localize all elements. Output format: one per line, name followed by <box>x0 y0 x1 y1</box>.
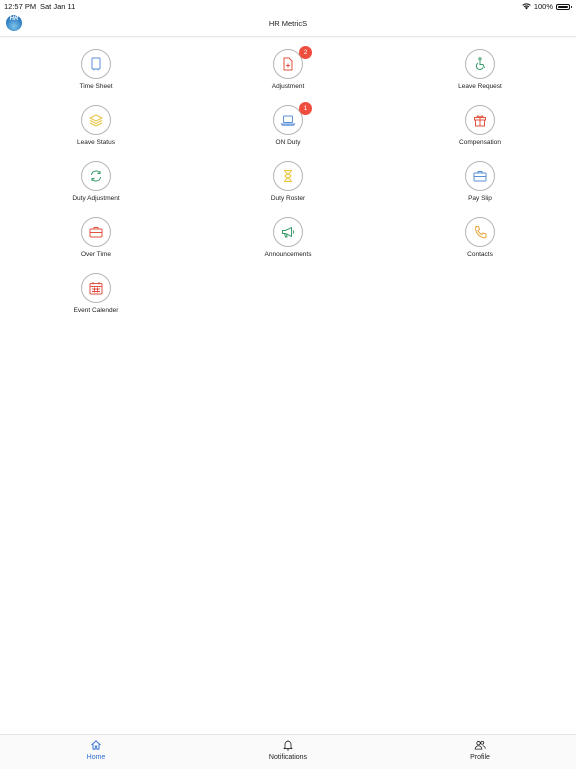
briefcase-icon <box>89 227 103 238</box>
battery-percent: 100% <box>533 2 553 11</box>
tile-pay-slip[interactable]: Pay Slip <box>420 148 540 204</box>
tab-profile[interactable]: Profile <box>420 735 540 769</box>
tile-announcements[interactable]: Announcements <box>228 204 348 260</box>
refresh-icon <box>91 170 101 182</box>
tile-over-time[interactable]: Over Time <box>36 204 156 260</box>
status-bar: 12:57 PM Sat Jan 11 100% <box>0 0 576 12</box>
hourglass-icon <box>284 170 292 182</box>
tile-compensation[interactable]: Compensation <box>420 92 540 148</box>
tab-label: Notifications <box>268 754 308 761</box>
tile-circle <box>465 49 495 79</box>
megaphone-icon <box>282 226 295 238</box>
document-plus-icon <box>283 57 293 71</box>
page-title: HR MetricS <box>268 19 308 28</box>
tile-label: Time Sheet <box>79 83 113 90</box>
tile-circle <box>81 161 111 191</box>
tile-circle <box>465 105 495 135</box>
tile-circle <box>81 217 111 247</box>
tile-event-calender[interactable]: Event Calender <box>36 260 156 316</box>
gift-icon <box>474 115 486 127</box>
tile-leave-request[interactable]: Leave Request <box>420 36 540 92</box>
layers-icon <box>88 114 104 127</box>
tab-label: Profile <box>470 754 490 761</box>
users-icon <box>474 740 486 750</box>
tile-circle <box>465 161 495 191</box>
status-date: Sat Jan 11 <box>40 2 76 11</box>
tile-duty-roster[interactable]: Duty Roster <box>228 148 348 204</box>
status-time: 12:57 PM <box>4 2 37 11</box>
tile-label: Over Time <box>81 251 111 258</box>
tile-on-duty[interactable]: 1 ON Duty <box>228 92 348 148</box>
wheelchair-icon <box>475 57 485 70</box>
tile-label: Compensation <box>459 139 501 146</box>
tile-label: Event Calender <box>73 307 119 314</box>
phone-icon <box>474 226 487 239</box>
nav-bar: HR HR MetricS <box>0 12 576 37</box>
calendar-icon <box>89 282 103 295</box>
tile-label: Duty Roster <box>270 195 306 202</box>
tile-duty-adjustment[interactable]: Duty Adjustment <box>36 148 156 204</box>
tile-contacts[interactable]: Contacts <box>420 204 540 260</box>
briefcase-icon <box>473 171 487 182</box>
tile-label: Pay Slip <box>468 195 492 202</box>
tile-label: Duty Adjustment <box>72 195 120 202</box>
tile-label: ON Duty <box>275 139 301 146</box>
notification-badge: 2 <box>299 46 312 59</box>
wifi-icon <box>522 3 531 10</box>
tile-circle <box>81 49 111 79</box>
bell-icon <box>283 740 293 751</box>
tile-label: Contacts <box>467 251 493 258</box>
laptop-icon <box>280 115 296 126</box>
tab-home[interactable]: Home <box>36 735 156 769</box>
tile-label: Leave Request <box>458 83 502 90</box>
tile-label: Leave Status <box>77 139 115 146</box>
tile-circle <box>465 217 495 247</box>
tab-label: Home <box>86 754 106 761</box>
tile-label: Announcements <box>264 251 312 258</box>
tile-label: Adjustment <box>271 83 305 90</box>
home-icon <box>91 740 101 750</box>
battery-icon <box>556 3 572 10</box>
status-right: 100% <box>522 2 572 11</box>
notification-badge: 1 <box>299 102 312 115</box>
document-icon <box>91 57 101 71</box>
tile-time-sheet[interactable]: Time Sheet <box>36 36 156 92</box>
tile-circle <box>81 273 111 303</box>
tab-bar: Home Notifications Profile <box>0 734 576 769</box>
tile-adjustment[interactable]: 2 Adjustment <box>228 36 348 92</box>
tile-circle <box>273 161 303 191</box>
tile-leave-status[interactable]: Leave Status <box>36 92 156 148</box>
tab-notifications[interactable]: Notifications <box>228 735 348 769</box>
tile-circle <box>273 217 303 247</box>
tile-circle <box>81 105 111 135</box>
